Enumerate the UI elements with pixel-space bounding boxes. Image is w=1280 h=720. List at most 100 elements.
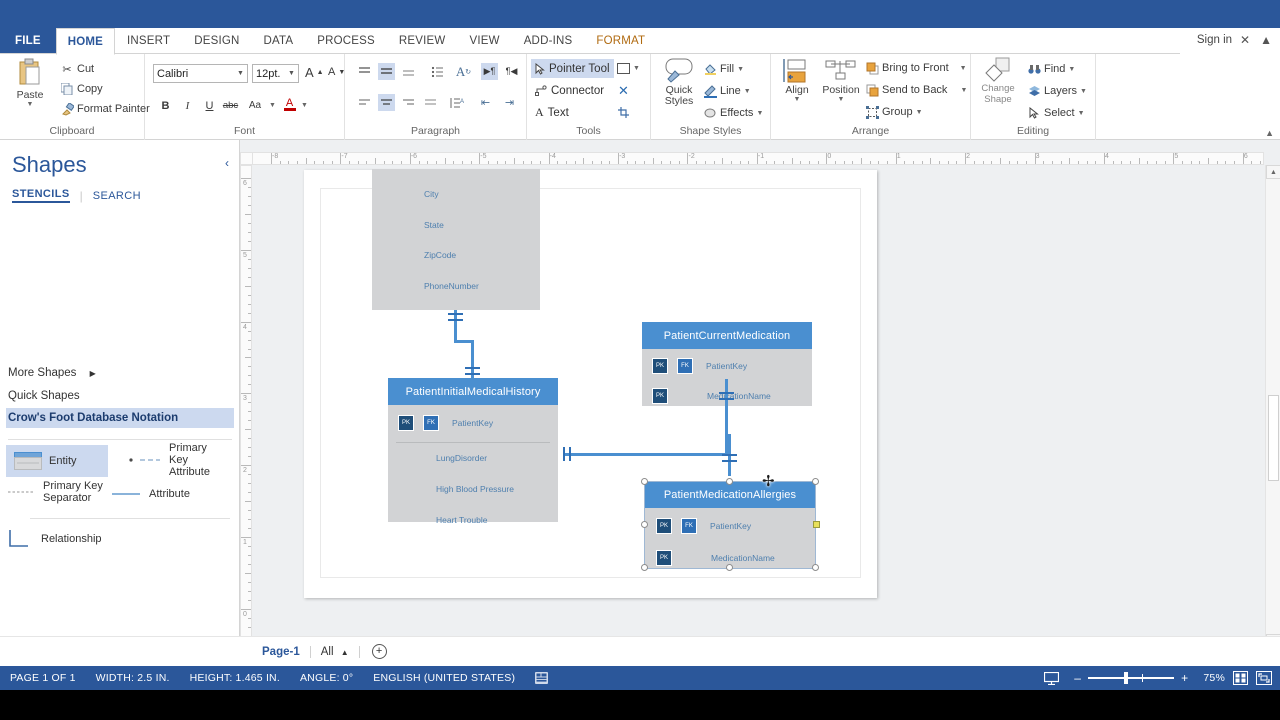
change-case-caret[interactable]: ▼: [269, 102, 276, 109]
decrease-indent-button[interactable]: ⇤: [477, 94, 494, 111]
select-button[interactable]: Select ▼: [1027, 104, 1085, 122]
quick-styles-button[interactable]: Quick Styles: [656, 57, 702, 107]
fill-button[interactable]: Fill ▼: [703, 60, 744, 78]
attribute-row[interactable]: PK FK PatientKey: [642, 351, 812, 381]
tab-addins[interactable]: ADD-INS: [512, 28, 585, 53]
effects-button[interactable]: Effects ▼: [703, 104, 763, 122]
rectangle-tool-caret[interactable]: ▼: [633, 65, 640, 72]
canvas[interactable]: City State ZipCode PhoneNumber PatientIn…: [252, 165, 1264, 648]
italic-button[interactable]: I: [179, 97, 196, 114]
attribute-row[interactable]: LungDisorder: [388, 443, 558, 473]
crop-tool-button[interactable]: [615, 104, 632, 121]
increase-indent-button[interactable]: ⇥: [501, 94, 518, 111]
master-primary-key-separator[interactable]: Primary Key Separator: [6, 480, 120, 504]
selection-handle-ne[interactable]: [812, 478, 819, 485]
drawing-page[interactable]: City State ZipCode PhoneNumber PatientIn…: [304, 169, 877, 598]
entity-patient-address[interactable]: City State ZipCode PhoneNumber: [372, 169, 540, 310]
master-primary-key-attribute[interactable]: Primary Key Attribute: [128, 442, 233, 478]
grow-font-button[interactable]: A ▲: [305, 63, 324, 81]
page-tab-page-1[interactable]: Page-1: [252, 646, 310, 658]
line-spacing-button[interactable]: A: [449, 94, 466, 111]
tab-insert[interactable]: INSERT: [115, 28, 182, 53]
attribute-row[interactable]: City: [372, 179, 540, 209]
rectangle-tool-button[interactable]: [615, 60, 632, 77]
close-icon[interactable]: ✕: [1238, 33, 1252, 47]
connector-segment[interactable]: [565, 453, 728, 456]
shrink-font-button[interactable]: A ▼: [328, 63, 345, 81]
macro-recording-icon[interactable]: [525, 672, 558, 684]
page-tab-all[interactable]: All ▲: [311, 646, 359, 658]
font-name-input[interactable]: [153, 64, 248, 83]
position-button[interactable]: Position ▼: [819, 57, 863, 103]
horizontal-ruler[interactable]: -8 -7 -6 -5 -4 -3 -2 -1 0 1 2 3 4 5 6: [252, 152, 1264, 165]
send-to-back-caret[interactable]: ▼: [960, 87, 967, 94]
format-painter-button[interactable]: Format Painter: [60, 100, 150, 118]
master-entity[interactable]: Entity: [6, 445, 108, 477]
fit-page-icon[interactable]: [1233, 671, 1248, 685]
selection-handle-nw[interactable]: [641, 478, 648, 485]
select-caret[interactable]: ▼: [1078, 110, 1085, 117]
position-caret[interactable]: ▼: [838, 96, 845, 103]
font-size-caret[interactable]: ▼: [288, 70, 295, 77]
line-button[interactable]: Line ▼: [703, 82, 751, 100]
selection-handle-e[interactable]: [813, 521, 820, 528]
connector-tool-button[interactable]: Connector: [531, 81, 608, 100]
master-relationship[interactable]: Relationship: [6, 528, 116, 550]
align-middle-button[interactable]: [378, 63, 395, 80]
group-caret[interactable]: ▼: [916, 109, 923, 116]
selection-handle-s[interactable]: [726, 564, 733, 571]
zoom-in-button[interactable]: +: [1174, 671, 1195, 685]
attribute-row[interactable]: Heart Trouble: [388, 505, 558, 535]
selection-handle-sw[interactable]: [641, 564, 648, 571]
add-page-button[interactable]: +: [371, 644, 387, 659]
attribute-row[interactable]: ZipCode: [372, 240, 540, 270]
tab-format[interactable]: FORMAT: [584, 28, 657, 53]
pointer-tool-button[interactable]: Pointer Tool: [531, 59, 614, 78]
collapse-panel-icon[interactable]: ‹: [225, 156, 229, 170]
align-left-button[interactable]: [356, 94, 373, 111]
bold-button[interactable]: B: [157, 97, 174, 114]
presentation-mode-icon[interactable]: [1044, 671, 1060, 685]
align-right-button[interactable]: [400, 94, 417, 111]
attribute-row[interactable]: PK FK PatientKey: [388, 408, 558, 438]
change-case-button[interactable]: Aa: [243, 97, 267, 114]
sign-in-link[interactable]: Sign in: [1197, 34, 1232, 46]
tab-view[interactable]: VIEW: [457, 28, 511, 53]
zoom-out-button[interactable]: –: [1067, 671, 1088, 685]
stencil-crows-foot-database-notation[interactable]: Crow's Foot Database Notation: [6, 408, 234, 428]
tab-file[interactable]: FILE: [0, 28, 56, 53]
bullets-button[interactable]: [429, 63, 446, 80]
zoom-level-label[interactable]: 75%: [1203, 672, 1225, 684]
effects-caret[interactable]: ▼: [756, 110, 763, 117]
cut-button[interactable]: ✂ Cut: [60, 60, 94, 78]
vertical-ruler[interactable]: 6 5 4 3 2 1 0: [240, 165, 252, 648]
tab-stencils[interactable]: STENCILS: [12, 188, 70, 203]
tab-data[interactable]: DATA: [252, 28, 306, 53]
vertical-scroll-thumb[interactable]: [1268, 395, 1279, 481]
delete-tool-button[interactable]: ✕: [615, 82, 632, 99]
paste-button[interactable]: Paste ▼: [4, 58, 56, 108]
font-color-button[interactable]: A: [281, 95, 298, 114]
align-top-button[interactable]: [356, 63, 373, 80]
selection-handle-se[interactable]: [812, 564, 819, 571]
attribute-row[interactable]: State: [372, 210, 540, 240]
underline-button[interactable]: U: [201, 97, 218, 114]
tab-design[interactable]: DESIGN: [182, 28, 251, 53]
rtl-text-button[interactable]: ¶◀: [503, 63, 520, 80]
layers-caret[interactable]: ▼: [1080, 88, 1087, 95]
bring-to-front-caret[interactable]: ▼: [960, 65, 967, 72]
send-to-back-button[interactable]: Send to Back ▼: [865, 81, 967, 99]
font-color-caret[interactable]: ▼: [301, 102, 308, 109]
more-shapes-row[interactable]: More Shapes ▶: [8, 367, 96, 379]
align-bottom-button[interactable]: [400, 63, 417, 80]
zoom-thumb[interactable]: [1124, 672, 1129, 684]
entity-patient-initial-medical-history[interactable]: PatientInitialMedicalHistory PK FK Patie…: [388, 378, 558, 525]
change-shape-button[interactable]: Change Shape: [973, 57, 1023, 105]
find-button[interactable]: Find ▼: [1027, 60, 1075, 78]
copy-button[interactable]: Copy: [60, 80, 103, 98]
tab-search[interactable]: SEARCH: [93, 190, 141, 202]
scroll-up-arrow[interactable]: ▲: [1266, 165, 1280, 179]
selection-handle-w[interactable]: [641, 521, 648, 528]
justify-button[interactable]: [422, 94, 439, 111]
quick-shapes-row[interactable]: Quick Shapes: [8, 390, 80, 402]
